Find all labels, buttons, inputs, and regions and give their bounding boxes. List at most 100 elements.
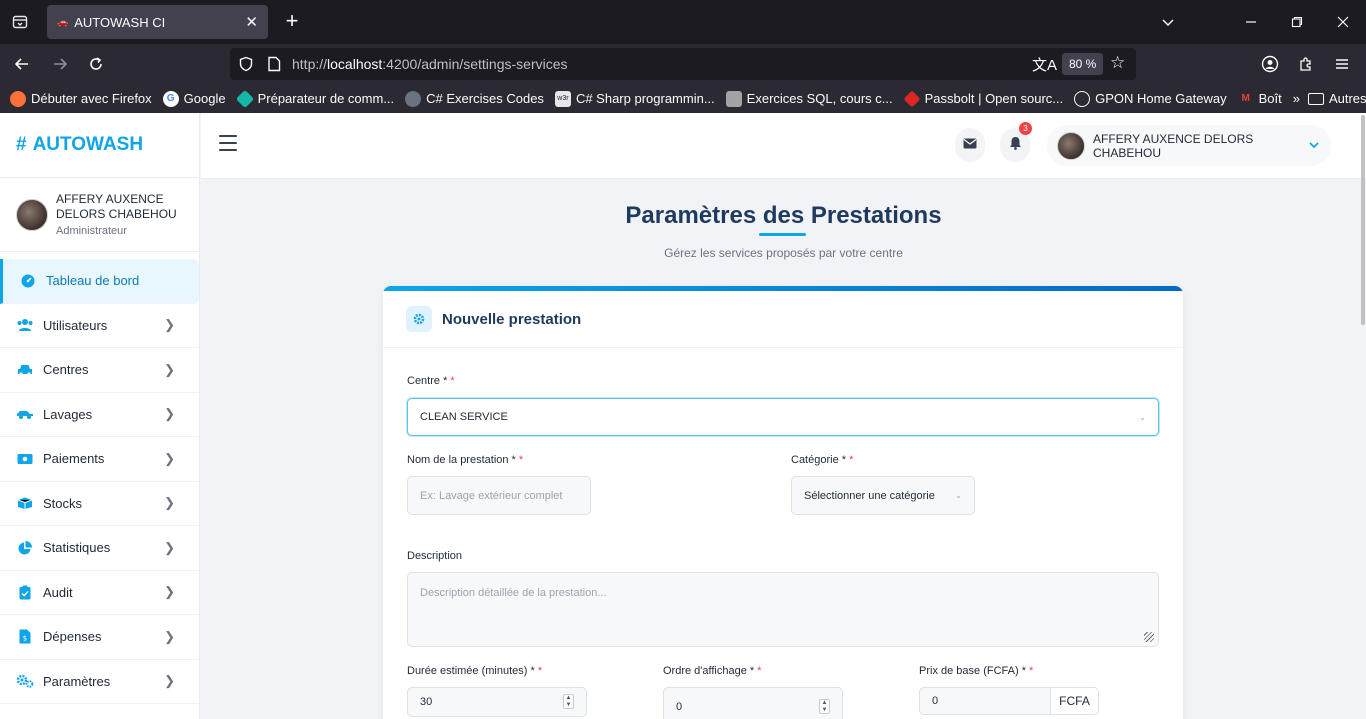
bookmark-item[interactable]: C# Exercises Codes: [405, 90, 544, 107]
sidebar-item-audit[interactable]: Audit ❯: [0, 571, 199, 615]
duration-input[interactable]: 30 ▲ ▼: [407, 687, 587, 717]
messages-button[interactable]: [955, 128, 985, 162]
service-name-label: Nom de la prestation * *: [407, 454, 524, 466]
description-textarea[interactable]: Description détaillée de la prestation..…: [407, 572, 1159, 647]
page-subtitle: Gérez les services proposés par votre ce…: [664, 246, 903, 260]
cogs-icon: [16, 672, 34, 690]
passbolt-icon: [903, 90, 921, 107]
browser-nav-bar: http://localhost:4200/admin/settings-ser…: [0, 44, 1366, 84]
money-icon: [16, 450, 34, 468]
back-icon[interactable]: [10, 52, 34, 76]
app-topbar: 3 AFFERY AUXENCE DELORS CHABEHOU: [201, 113, 1366, 179]
browser-tab[interactable]: 🚗 AUTOWASH CI ✕: [47, 5, 268, 39]
base-price-input[interactable]: 0: [919, 687, 1051, 715]
user-menu-name: AFFERY AUXENCE DELORS CHABEHOU: [1093, 131, 1254, 160]
other-bookmarks[interactable]: Autres marque-pages: [1307, 91, 1366, 106]
close-tab-icon[interactable]: ✕: [245, 13, 258, 31]
description-label: Description: [407, 550, 463, 562]
centre-label: Centre * *: [407, 375, 455, 387]
category-select[interactable]: Sélectionner une catégorie ⌄: [791, 476, 975, 515]
globe-icon: [1074, 90, 1091, 107]
folder-icon: [1307, 92, 1324, 105]
service-name-input[interactable]: Ex: Lavage extérieur complet: [407, 476, 591, 515]
chevron-right-icon: ❯: [164, 539, 175, 555]
service-form-card: Nouvelle prestation Centre * * CLEAN SER…: [383, 286, 1183, 719]
scrollbar-thumb[interactable]: [1361, 115, 1365, 325]
svg-text:$: $: [23, 635, 27, 643]
page-scrollbar[interactable]: [1360, 113, 1366, 719]
chevron-right-icon: ❯: [164, 406, 175, 422]
extensions-icon[interactable]: [1294, 52, 1318, 76]
address-bar[interactable]: http://localhost:4200/admin/settings-ser…: [230, 48, 1136, 80]
sidebar-user-role: Administrateur: [56, 225, 127, 237]
centre-select[interactable]: CLEAN SERVICE ⌄: [407, 398, 1159, 436]
tab-overflow-chevron-icon[interactable]: [1156, 10, 1180, 34]
menu-icon[interactable]: [1330, 52, 1354, 76]
currency-addon: FCFA: [1051, 687, 1099, 715]
notifications-button[interactable]: 3: [1000, 122, 1032, 162]
close-window-icon[interactable]: [1331, 10, 1355, 34]
number-stepper-icon[interactable]: ▲ ▼: [819, 699, 830, 714]
sidebar-item-users[interactable]: Utilisateurs ❯: [0, 304, 199, 348]
preparateur-icon: [235, 89, 254, 108]
resize-handle-icon[interactable]: [1144, 632, 1154, 642]
boxes-icon: [16, 494, 34, 512]
bookmark-star-icon[interactable]: ☆: [1110, 53, 1125, 73]
sidebar-item-lavages[interactable]: Lavages ❯: [0, 393, 199, 437]
number-stepper-icon[interactable]: ▲ ▼: [563, 694, 574, 709]
bookmark-item[interactable]: G Google: [162, 90, 226, 107]
card-title: Nouvelle prestation: [442, 310, 582, 328]
user-menu[interactable]: AFFERY AUXENCE DELORS CHABEHOU: [1047, 125, 1331, 166]
translate-icon[interactable]: 文A: [1032, 54, 1057, 75]
sidebar-item-paiements[interactable]: Paiements ❯: [0, 437, 199, 482]
tab-list-icon[interactable]: [8, 10, 32, 34]
car-icon: [16, 361, 34, 379]
sql-icon: [725, 90, 742, 107]
zoom-level[interactable]: 80 %: [1062, 53, 1104, 75]
chevron-right-icon: ❯: [164, 361, 175, 377]
sidebar-item-depenses[interactable]: $ Dépenses ❯: [0, 615, 199, 660]
gmail-icon: M: [1241, 92, 1250, 104]
restore-icon[interactable]: [1285, 10, 1309, 34]
pie-chart-icon: [16, 539, 34, 557]
brand-logo[interactable]: # AUTOWASH: [0, 113, 199, 178]
dashboard-icon: [19, 272, 37, 290]
bookmarks-overflow-icon[interactable]: »: [1293, 91, 1300, 106]
bookmark-item[interactable]: Passbolt | Open sourc...: [903, 90, 1063, 107]
hamburger-icon[interactable]: [219, 135, 237, 151]
chevron-right-icon: ❯: [164, 495, 175, 511]
tracking-shield-icon[interactable]: [236, 54, 256, 74]
bookmark-item[interactable]: Exercices SQL, cours c...: [725, 90, 893, 107]
minimize-icon[interactable]: [1239, 10, 1263, 34]
bookmark-item[interactable]: Débuter avec Firefox: [10, 90, 152, 107]
bookmark-item[interactable]: Préparateur de comm...: [235, 89, 394, 108]
sidebar: # AUTOWASH AFFERY AUXENCE DELORS CHABEHO…: [0, 113, 200, 719]
base-price-label: Prix de base (FCFA) * *: [919, 665, 1034, 677]
bookmark-item[interactable]: w3r C# Sharp programmin...: [554, 90, 715, 107]
url-text[interactable]: http://localhost:4200/admin/settings-ser…: [292, 56, 568, 72]
csharp-exercises-icon: [405, 90, 422, 107]
tab-title: AUTOWASH CI: [74, 14, 166, 30]
sidebar-item-parametres[interactable]: Paramètres ❯: [0, 660, 199, 704]
bookmark-item[interactable]: M Boît: [1238, 91, 1281, 107]
display-order-label: Ordre d'affichage * *: [663, 665, 762, 677]
sidebar-item-centres[interactable]: Centres ❯: [0, 348, 199, 393]
new-tab-icon[interactable]: +: [280, 10, 304, 34]
duration-label: Durée estimée (minutes) * *: [407, 665, 543, 677]
forward-icon[interactable]: [48, 52, 72, 76]
page-info-icon[interactable]: [264, 54, 284, 74]
chevron-right-icon: ❯: [164, 317, 175, 333]
reload-icon[interactable]: [84, 52, 108, 76]
w3r-icon: w3r: [554, 90, 571, 107]
gear-icon: [406, 306, 432, 332]
title-underline: [759, 233, 806, 236]
firefox-icon: [10, 90, 26, 107]
avatar: [16, 198, 48, 231]
sidebar-item-statistiques[interactable]: Statistiques ❯: [0, 526, 199, 571]
sidebar-item-stocks[interactable]: Stocks ❯: [0, 482, 199, 526]
sidebar-item-dashboard[interactable]: Tableau de bord: [0, 259, 199, 304]
sidebar-user-name: AFFERY AUXENCE DELORS CHABEHOU: [56, 192, 177, 221]
display-order-input[interactable]: 0 ▲ ▼: [663, 687, 843, 719]
account-icon[interactable]: [1258, 52, 1282, 76]
bookmark-item[interactable]: GPON Home Gateway: [1074, 90, 1227, 107]
